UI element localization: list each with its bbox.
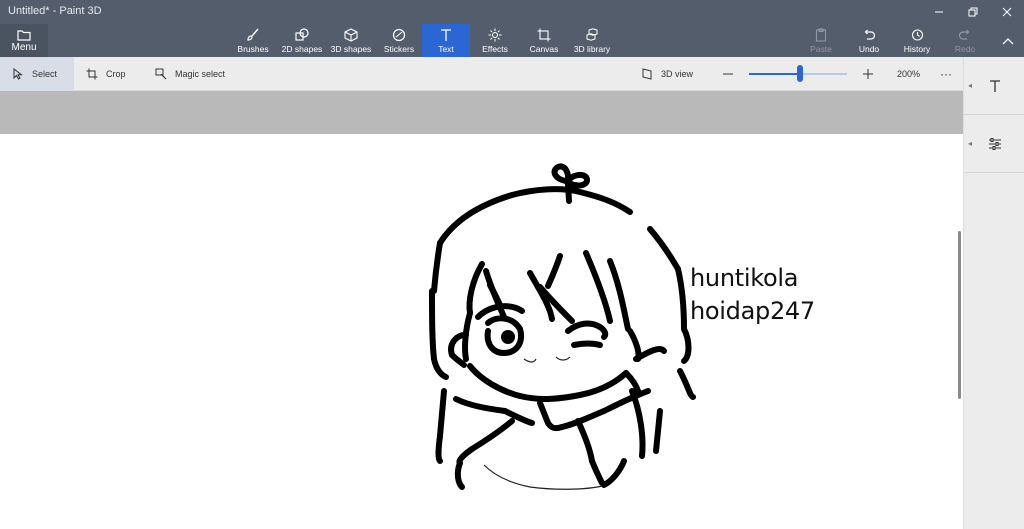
canvas-text-line2[interactable]: hoidap247	[690, 299, 815, 323]
paste-button[interactable]: Paste	[806, 24, 836, 57]
canvas-area[interactable]: huntikola hoidap247	[0, 91, 963, 529]
undo-icon	[864, 29, 876, 40]
canvas-icon	[537, 28, 551, 41]
history-label: History	[903, 43, 931, 54]
crop-icon	[86, 68, 98, 80]
text-panel-tab[interactable]: ◂	[964, 57, 1024, 115]
magic-select-label: Magic select	[175, 69, 226, 79]
magic-select-icon	[155, 68, 167, 80]
2d-shapes-icon	[295, 27, 309, 41]
text-icon	[441, 28, 451, 41]
crop-label: Crop	[106, 69, 126, 79]
sticker-icon	[392, 28, 406, 41]
minimize-icon	[935, 11, 943, 13]
redo-icon	[958, 29, 970, 40]
paste-label: Paste	[810, 43, 832, 54]
zoom-slider-fill	[749, 73, 800, 75]
undo-label: Undo	[858, 43, 880, 54]
title-and-ribbon: Untitled* - Paint 3D Menu Brushes 2D sha…	[0, 0, 1024, 57]
sliders-icon	[988, 137, 1001, 150]
cube-icon	[344, 27, 358, 42]
zoom-out-button[interactable]	[722, 57, 742, 91]
tool-3d-library[interactable]: 3D library	[570, 24, 614, 57]
window-title: Untitled* - Paint 3D	[8, 5, 102, 17]
brush-icon	[247, 28, 259, 41]
tool-label: Effects	[482, 43, 508, 54]
history-button[interactable]: History	[899, 24, 935, 57]
tool-label: 3D library	[573, 43, 611, 54]
minimize-button[interactable]	[922, 0, 956, 24]
folder-icon	[17, 29, 31, 41]
zoom-level[interactable]: 200%	[897, 57, 920, 91]
tool-canvas[interactable]: Canvas	[524, 24, 564, 57]
undo-button[interactable]: Undo	[853, 24, 885, 57]
tool-label: 2D shapes	[281, 43, 323, 54]
thin-strokes	[483, 356, 603, 490]
redo-button[interactable]: Redo	[950, 24, 980, 57]
tool-3d-shapes[interactable]: 3D shapes	[329, 24, 373, 57]
drawing-canvas[interactable]	[0, 91, 963, 529]
history-icon	[911, 28, 924, 41]
tool-label: Stickers	[383, 43, 415, 54]
magic-select-button[interactable]: Magic select	[155, 57, 225, 91]
tool-2d-shapes[interactable]: 2D shapes	[280, 24, 324, 57]
close-icon	[1002, 7, 1012, 17]
restore-button[interactable]	[956, 0, 990, 24]
3d-view-label: 3D view	[661, 69, 694, 79]
redo-label: Redo	[954, 43, 976, 54]
tool-label: Brushes	[237, 43, 269, 54]
library-icon	[586, 27, 598, 41]
pupil	[501, 330, 515, 344]
paste-icon	[815, 28, 827, 42]
close-button[interactable]	[990, 0, 1024, 24]
sun-icon	[488, 28, 502, 41]
caret-left-icon: ◂	[968, 81, 973, 90]
settings-panel-tab[interactable]: ◂	[964, 115, 1024, 173]
restore-icon	[968, 7, 978, 17]
window-controls	[922, 0, 1024, 24]
more-options-button[interactable]: ···	[940, 57, 952, 91]
zoom-slider-thumb[interactable]	[796, 65, 803, 82]
chevron-up-icon	[1002, 38, 1014, 45]
menu-label: Menu	[11, 41, 37, 53]
select-button[interactable]: Select	[0, 57, 74, 91]
text-icon	[989, 79, 1000, 92]
select-label: Select	[32, 69, 58, 79]
more-icon: ···	[940, 67, 952, 81]
3d-view-button[interactable]: 3D view	[641, 57, 693, 91]
3d-view-icon	[642, 68, 652, 80]
collapse-ribbon-button[interactable]	[1002, 32, 1014, 50]
tool-text[interactable]: Text	[422, 24, 470, 57]
caret-left-icon: ◂	[968, 139, 973, 148]
tool-label: Canvas	[529, 43, 559, 54]
side-panel: ◂ ◂	[963, 57, 1024, 529]
tool-effects[interactable]: Effects	[474, 24, 516, 57]
minus-icon	[723, 73, 733, 75]
tool-label: 3D shapes	[330, 43, 372, 54]
menu-button[interactable]: Menu	[0, 24, 48, 57]
paint3d-window: { "window": { "title": "Untitled* - Pain…	[0, 0, 1024, 529]
tool-stickers[interactable]: Stickers	[379, 24, 419, 57]
vertical-scrollbar[interactable]	[958, 231, 961, 399]
zoom-in-button[interactable]	[862, 57, 882, 91]
canvas-text-line1[interactable]: huntikola	[690, 266, 798, 290]
girl-sketch	[429, 163, 696, 490]
plus-icon	[863, 69, 873, 79]
tool-brushes[interactable]: Brushes	[232, 24, 274, 57]
tool-label: Text	[438, 43, 454, 54]
crop-button[interactable]: Crop	[86, 57, 126, 91]
cursor-icon	[13, 68, 23, 80]
